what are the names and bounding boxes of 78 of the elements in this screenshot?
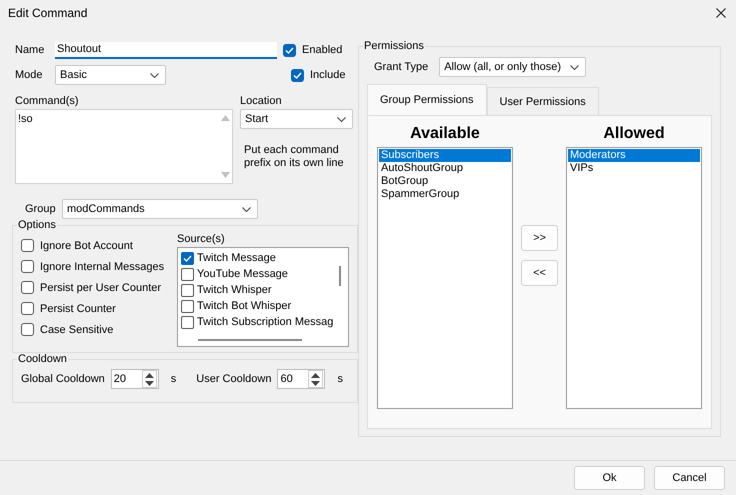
checkbox-label: Enabled: [302, 44, 342, 56]
sources-list[interactable]: Twitch Message YouTube Message Twitch Whisper Twitch Bot Whisper Twitch Subscription Messag: [177, 247, 349, 347]
move-button[interactable]: >>: [521, 225, 558, 251]
chevron-down-icon: [570, 64, 580, 70]
options-group: Options Ignore Bot Account Ignore Internal Messages Persist per User Counter Persist Counter Case Sensitive Source(s) Twitch Message YouTube Message Twitch Whisper Twitch Bot Whisper Twitch Subscription Messag: [12, 219, 358, 353]
list-item[interactable]: AutoShoutGroup: [379, 162, 511, 175]
list-item[interactable]: Subscribers: [379, 149, 511, 162]
number-spinner[interactable]: 60: [277, 369, 326, 389]
permissions-group: Permissions Grant Type Allow (all, or only those) Group Permissions User Permissions Available Subscribers AutoShoutGroup BotGroup SpammerGroup >> << Allowed Moderators VIPs: [358, 40, 721, 437]
checkbox-label: Twitch Message: [197, 252, 276, 264]
list-item[interactable]: SpammerGroup: [379, 188, 511, 201]
field-label: Command(s): [15, 95, 80, 107]
unit-label: s: [170, 373, 176, 385]
checkbox[interactable]: [181, 268, 194, 280]
checkbox[interactable]: [21, 260, 34, 273]
check-icon: [285, 46, 294, 54]
arrow-down-icon: [220, 172, 230, 178]
list-item[interactable]: BotGroup: [379, 175, 511, 188]
field-label: Global Cooldown: [21, 373, 105, 385]
list-heading: Available: [410, 125, 480, 143]
field-label: Source(s): [177, 233, 226, 245]
dialog-button[interactable]: Ok: [574, 466, 645, 490]
close-icon: [716, 8, 726, 18]
field-label: Grant Type: [374, 61, 428, 73]
field-label: User Cooldown: [196, 373, 272, 385]
checkbox[interactable]: [21, 281, 34, 294]
field-label: Group: [25, 203, 57, 215]
checkbox-label: Twitch Whisper: [197, 284, 272, 296]
field-label: Name: [14, 44, 46, 56]
grant-type-dropdown[interactable]: Allow (all, or only those): [439, 57, 586, 77]
checkbox-label: Persist Counter: [40, 302, 116, 314]
arrow-up-icon: [311, 372, 320, 378]
list-heading: Allowed: [603, 125, 665, 143]
checkbox[interactable]: [291, 68, 304, 82]
arrow-down-icon: [144, 380, 154, 386]
name-field[interactable]: Shoutout: [55, 42, 277, 58]
tab[interactable]: Group Permissions: [367, 84, 487, 115]
checkbox-label: YouTube Message: [197, 268, 288, 280]
group-dropdown[interactable]: modCommands: [62, 199, 258, 219]
move-button[interactable]: <<: [521, 260, 558, 286]
mode-dropdown[interactable]: Basic: [55, 65, 166, 85]
checkbox[interactable]: [21, 323, 34, 336]
checkbox[interactable]: [181, 300, 194, 312]
checkbox[interactable]: [21, 302, 34, 315]
cooldown-group: Cooldown Global Cooldown 20 s User Cooldown 60 s: [12, 353, 358, 403]
checkbox-label: Twitch Subscription Messag: [197, 316, 334, 328]
checkbox-label: Ignore Internal Messages: [40, 260, 164, 272]
field-label: Mode: [14, 69, 44, 81]
arrow-up-icon: [144, 372, 154, 378]
field-label: Location: [240, 95, 283, 107]
checkbox-label: Twitch Bot Whisper: [197, 300, 292, 312]
scrollbar-thumb: [339, 266, 341, 286]
number-spinner[interactable]: 20: [110, 369, 159, 389]
dialog-button[interactable]: Cancel: [654, 466, 725, 490]
list-item[interactable]: Moderators: [568, 149, 700, 162]
chevron-down-icon: [337, 116, 346, 122]
checkbox[interactable]: [181, 252, 194, 264]
checkbox[interactable]: [283, 44, 296, 56]
arrow-up-icon: [220, 115, 230, 121]
checkbox-label: Case Sensitive: [40, 324, 114, 336]
tab[interactable]: User Permissions: [486, 87, 599, 115]
checkbox-label: Persist per User Counter: [40, 282, 162, 294]
chevron-down-icon: [242, 206, 251, 212]
checkbox[interactable]: [181, 284, 194, 296]
list-item[interactable]: VIPs: [568, 162, 700, 175]
arrow-down-icon: [311, 380, 320, 386]
hint-text: Put each command prefix on its own line: [244, 144, 345, 170]
checkbox[interactable]: [21, 239, 34, 252]
chevron-down-icon: [150, 72, 159, 78]
window-title: Edit Command: [8, 6, 88, 20]
unit-label: s: [337, 373, 343, 385]
checkbox[interactable]: [181, 316, 194, 328]
check-icon: [293, 72, 302, 78]
checkbox-label: Include: [310, 69, 346, 81]
checkbox-label: Ignore Bot Account: [40, 240, 133, 252]
commands-field[interactable]: !so: [15, 109, 233, 184]
location-dropdown[interactable]: Start: [240, 109, 353, 129]
check-icon: [183, 254, 192, 262]
